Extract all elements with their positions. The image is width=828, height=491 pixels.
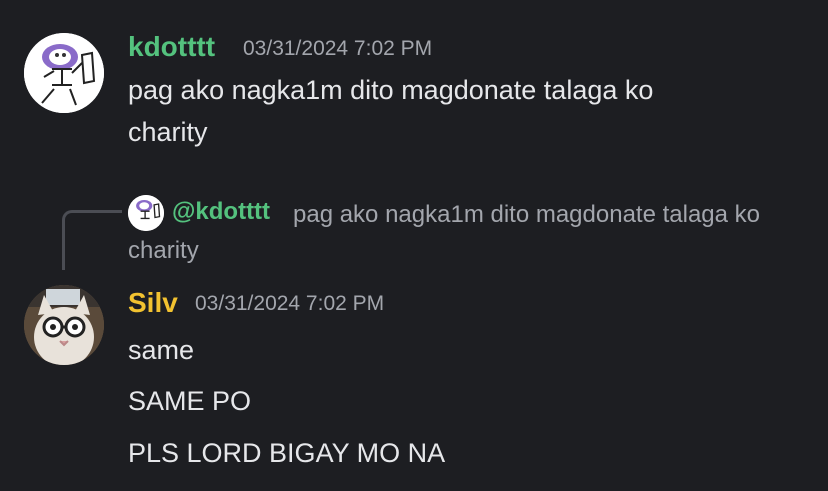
message-text: same [128, 335, 195, 365]
reply-mention[interactable]: @kdotttt [172, 198, 270, 226]
reply-avatar-kdotttt[interactable] [128, 195, 164, 231]
timestamp: 03/31/2024 7:02 PM [243, 37, 433, 60]
message-text: pag ako nagka1m dito magdonate talaga ko… [128, 75, 654, 147]
message-text: PLS LORD BIGAY MO NA [128, 438, 446, 468]
sketch-character-icon [128, 195, 164, 231]
timestamp: 03/31/2024 7:02 PM [195, 292, 385, 315]
cat-with-glasses-icon [24, 285, 104, 365]
message-text: SAME PO [128, 386, 252, 416]
sketch-character-icon [24, 33, 104, 113]
username-silv[interactable]: Silv [128, 287, 178, 319]
avatar-silv[interactable] [24, 285, 104, 365]
reply-connector [62, 210, 122, 270]
avatar-kdotttt[interactable] [24, 33, 104, 113]
username-kdotttt[interactable]: kdotttt [128, 31, 215, 63]
